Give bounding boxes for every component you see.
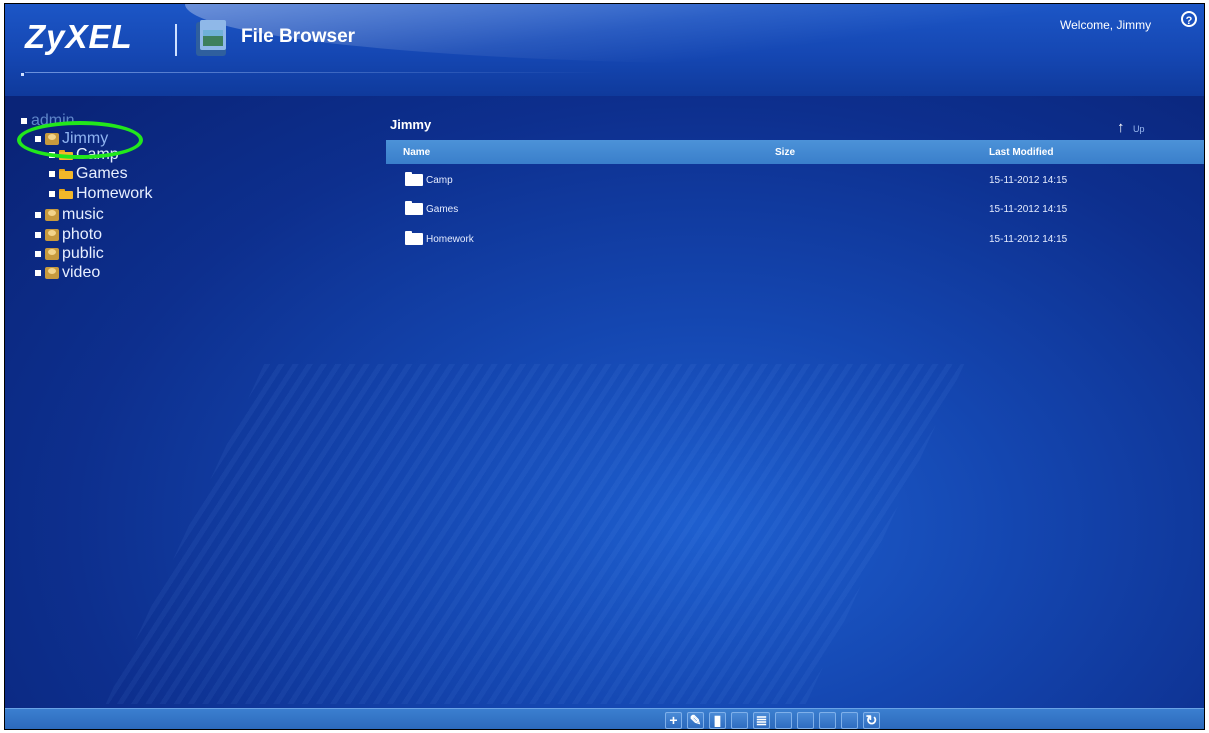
cut-button[interactable]	[731, 712, 748, 729]
file-modified: 15-11-2012 14:15	[989, 234, 1068, 245]
file-modified: 15-11-2012 14:15	[989, 204, 1068, 215]
tree-item-homework[interactable]: Homework	[49, 185, 153, 202]
expand-icon[interactable]	[35, 270, 41, 276]
properties-icon: ≣	[755, 712, 768, 728]
tree-item-label: public	[62, 245, 104, 262]
folder-icon	[405, 201, 423, 215]
tree-item-music[interactable]: music	[35, 206, 104, 223]
expand-icon[interactable]	[35, 212, 41, 218]
file-browser-window: ZyXEL File Browser Welcome, Jimmy ? admi…	[4, 3, 1205, 730]
cut-icon	[732, 713, 747, 728]
copy-button[interactable]	[775, 712, 792, 729]
help-icon[interactable]: ?	[1181, 11, 1197, 27]
user-folder-icon	[45, 229, 59, 241]
download-button[interactable]	[841, 712, 858, 729]
header-bar: ZyXEL File Browser Welcome, Jimmy ?	[5, 4, 1204, 96]
add-folder-icon: +	[669, 712, 678, 728]
header-underline	[25, 72, 605, 73]
file-name[interactable]: Camp	[426, 175, 453, 186]
file-name[interactable]: Homework	[426, 234, 474, 245]
folder-icon	[59, 189, 73, 199]
app-title: File Browser	[241, 26, 356, 47]
user-folder-icon	[45, 209, 59, 221]
file-table-header: Name Size Last Modified	[386, 140, 1204, 164]
refresh-button[interactable]: ↻	[863, 712, 880, 729]
rename-button[interactable]: ✎	[687, 712, 704, 729]
delete-icon: ▮	[713, 712, 722, 728]
tree-item-label: Homework	[76, 185, 153, 202]
user-folder-icon	[45, 267, 59, 279]
delete-button[interactable]: ▮	[709, 712, 726, 729]
copy-icon	[776, 713, 791, 728]
expand-icon[interactable]	[35, 232, 41, 238]
tree-item-label: video	[62, 264, 101, 281]
table-row[interactable]: Camp 15-11-2012 14:15	[386, 170, 1204, 190]
tree-item-games[interactable]: Games	[49, 165, 128, 182]
background-pattern	[105, 364, 965, 704]
expand-icon[interactable]	[49, 171, 55, 177]
column-header-modified[interactable]: Last Modified	[989, 147, 1053, 158]
tree-item-public[interactable]: public	[35, 245, 104, 262]
folder-icon	[59, 169, 73, 179]
file-name[interactable]: Games	[426, 204, 458, 215]
bottom-toolbar: + ✎ ▮ ≣ ↻	[5, 708, 1204, 729]
up-arrow-icon[interactable]: ↑	[1117, 119, 1125, 136]
folder-icon	[405, 231, 423, 245]
tree-item-video[interactable]: video	[35, 264, 101, 281]
logo-separator	[175, 24, 177, 56]
brand-logo: ZyXEL	[25, 18, 133, 55]
expand-icon[interactable]	[35, 251, 41, 257]
column-header-size[interactable]: Size	[775, 147, 795, 158]
file-modified: 15-11-2012 14:15	[989, 175, 1068, 186]
folder-icon	[405, 172, 423, 186]
paste-button[interactable]	[797, 712, 814, 729]
file-browser-app-icon	[196, 20, 226, 56]
move-icon	[820, 713, 835, 728]
header-dot	[21, 73, 24, 76]
collapse-icon[interactable]	[21, 118, 27, 124]
move-button[interactable]	[819, 712, 836, 729]
welcome-text: Welcome, Jimmy	[1060, 18, 1152, 32]
up-button-label[interactable]: Up	[1133, 124, 1145, 134]
selection-highlight-ellipse	[17, 121, 143, 159]
table-row[interactable]: Games 15-11-2012 14:15	[386, 199, 1204, 219]
tree-item-label: music	[62, 206, 104, 223]
properties-button[interactable]: ≣	[753, 712, 770, 729]
expand-icon[interactable]	[49, 191, 55, 197]
paste-icon	[798, 713, 813, 728]
tree-item-photo[interactable]: photo	[35, 226, 103, 243]
refresh-icon: ↻	[865, 712, 878, 728]
rename-icon: ✎	[689, 712, 702, 728]
tree-item-label: photo	[62, 226, 103, 243]
column-header-name[interactable]: Name	[403, 147, 430, 158]
user-folder-icon	[45, 248, 59, 260]
table-row[interactable]: Homework 15-11-2012 14:15	[386, 229, 1204, 249]
add-folder-button[interactable]: +	[665, 712, 682, 729]
tree-item-label: Games	[76, 165, 128, 182]
current-folder-title: Jimmy	[390, 117, 432, 132]
download-icon	[842, 713, 857, 728]
